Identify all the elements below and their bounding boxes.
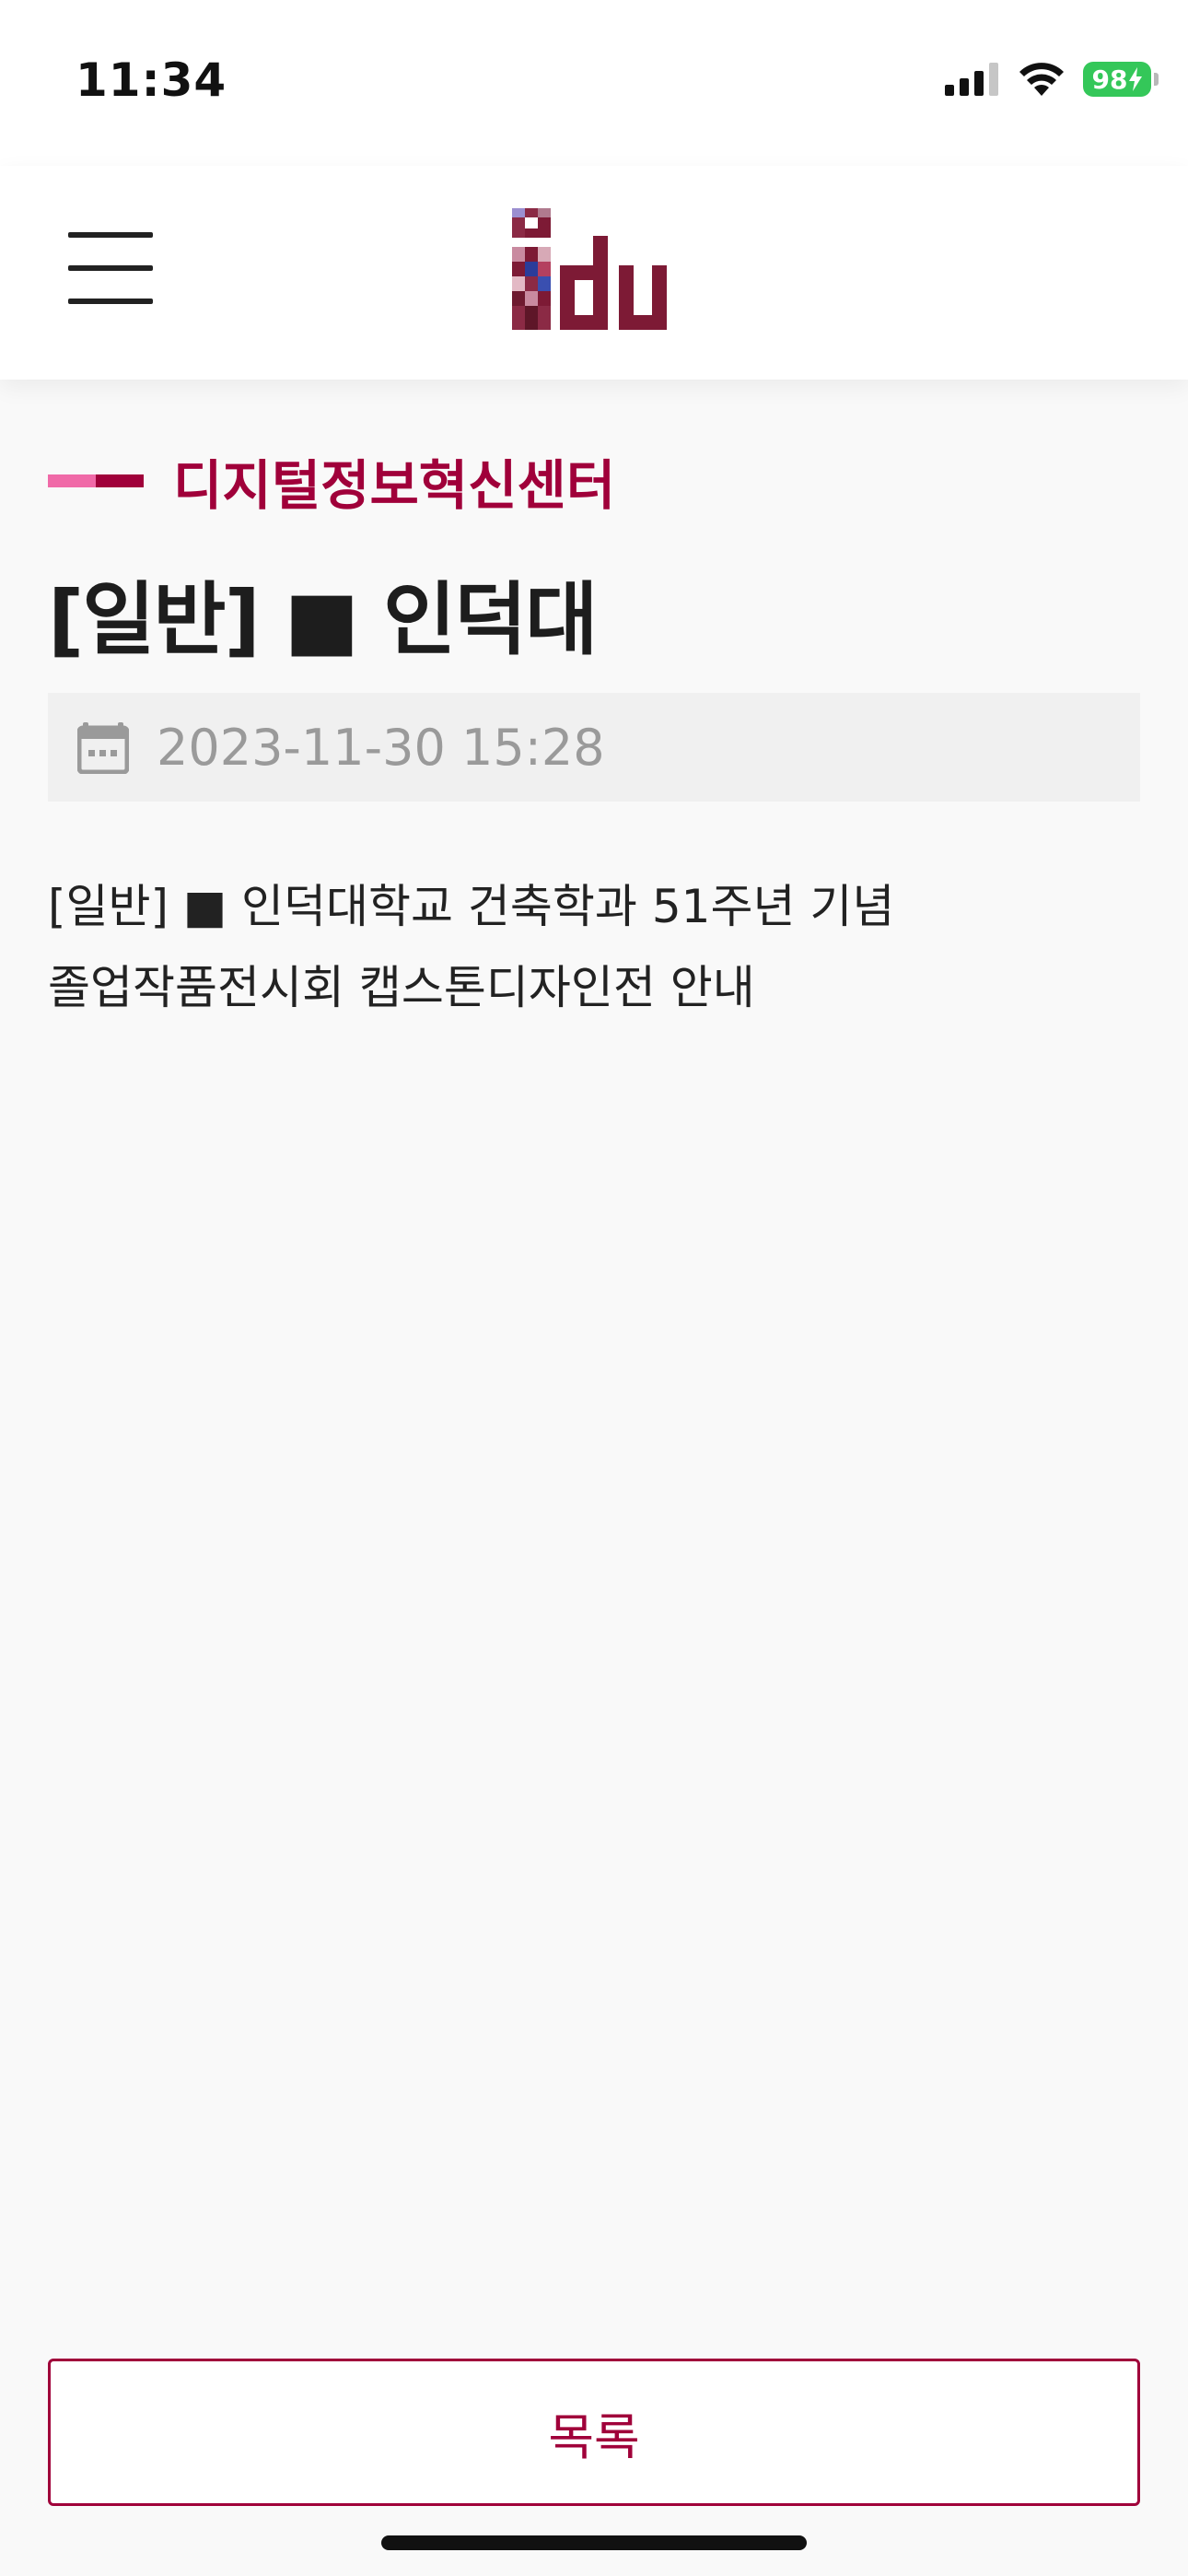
charging-bolt-icon	[1129, 67, 1143, 91]
battery-nub	[1154, 73, 1159, 86]
menu-line-icon	[68, 232, 153, 238]
hamburger-menu-button[interactable]	[68, 230, 153, 306]
post-body-line: 졸업작품전시회 캡스톤디자인전 안내	[48, 961, 755, 1014]
category-marker-icon	[48, 474, 144, 487]
status-bar: 11:34 98	[0, 0, 1188, 166]
list-button[interactable]: 목록	[48, 2359, 1140, 2506]
idu-logo[interactable]	[512, 208, 676, 330]
wifi-icon	[1019, 63, 1064, 96]
post-body: [일반] ■ 인덕대학교 건축학과 51주년 기념 졸업작품전시회 캡스톤디자인…	[48, 866, 1140, 1028]
category-label: 디지털정보혁신센터	[173, 454, 616, 517]
cellular-signal-icon	[945, 63, 998, 96]
post-body-line: [일반] ■ 인덕대학교 건축학과 51주년 기념	[48, 880, 895, 933]
home-indicator[interactable]	[381, 2535, 807, 2550]
post-date: 2023-11-30 15:28	[157, 718, 605, 777]
battery-level: 98	[1091, 64, 1128, 95]
post-title: [일반] ■ 인덕대	[48, 574, 598, 666]
status-time: 11:34	[76, 53, 227, 107]
battery-icon: 98	[1083, 62, 1159, 97]
app-header	[0, 166, 1188, 380]
menu-line-icon	[68, 299, 153, 304]
post-date-box: 2023-11-30 15:28	[48, 693, 1140, 802]
status-icons: 98	[945, 61, 1159, 98]
category-row: 디지털정보혁신센터	[48, 442, 615, 520]
menu-line-icon	[68, 265, 153, 271]
calendar-icon	[77, 722, 129, 774]
